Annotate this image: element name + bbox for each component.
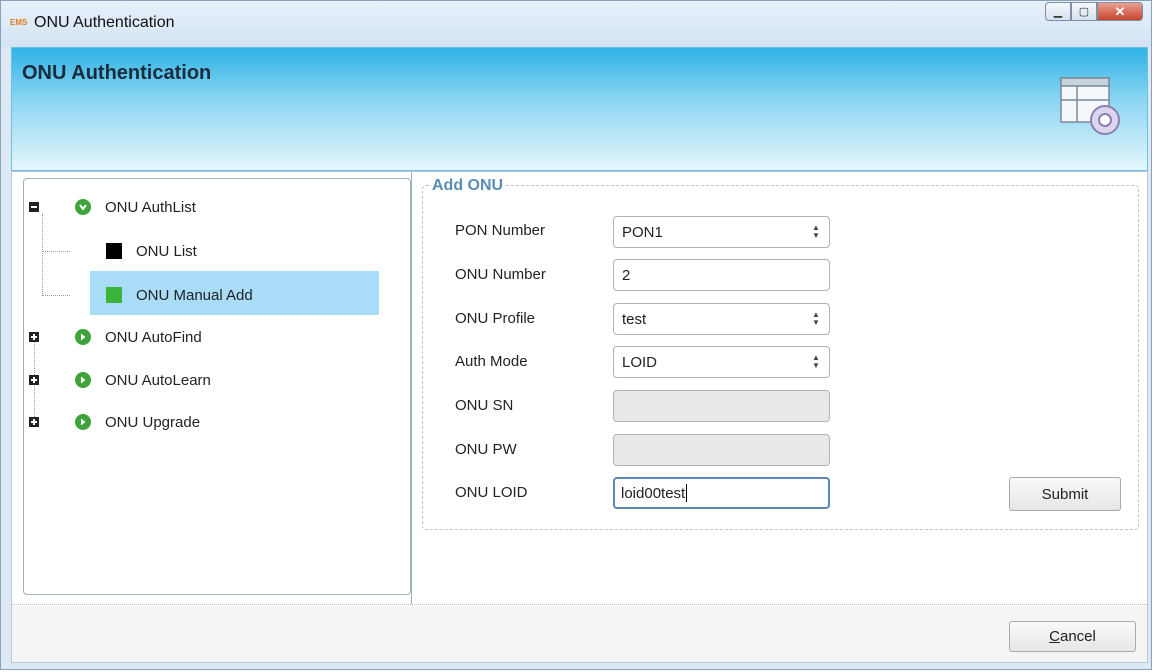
black-square-icon: [106, 243, 122, 259]
tree-item-label: ONU Upgrade: [105, 413, 201, 431]
pon-number-value: PON1: [622, 223, 663, 241]
expand-icon[interactable]: [29, 332, 39, 342]
text-cursor: [686, 484, 688, 502]
onu-sn-label: ONU SN: [455, 397, 514, 414]
onu-sn-input[interactable]: [613, 390, 830, 422]
green-circle-right-icon: [75, 329, 91, 345]
app-icon: EMS: [10, 18, 28, 27]
tree-item-label: ONU Manual Add: [136, 286, 253, 304]
onu-loid-value: loid00test: [621, 484, 686, 502]
submit-button[interactable]: Submit: [1009, 477, 1121, 511]
auth-mode-value: LOID: [622, 353, 658, 371]
tree-item-label: ONU List: [136, 242, 197, 260]
spinner-arrows-icon[interactable]: ▲ ▼: [811, 311, 821, 327]
page-title: ONU Authentication: [22, 62, 212, 84]
onu-pw-label: ONU PW: [455, 441, 517, 458]
spinner-arrows-icon[interactable]: ▲ ▼: [811, 224, 821, 240]
navigation-tree: ONU AuthList ONU List ONU Manual Add ONU…: [23, 178, 411, 595]
tree-connector: [42, 251, 70, 252]
tree-item-label: ONU AutoFind: [105, 328, 202, 346]
footer-divider: [12, 604, 1147, 605]
maximize-button[interactable]: ▢: [1071, 2, 1097, 21]
onu-loid-label: ONU LOID: [455, 484, 528, 501]
cancel-button-label: Cancel: [1049, 628, 1096, 645]
auth-mode-label: Auth Mode: [455, 353, 528, 370]
pon-number-select[interactable]: PON1 ▲ ▼: [613, 216, 830, 248]
onu-number-input[interactable]: 2: [613, 259, 830, 291]
tree-item-label: ONU AuthList: [105, 198, 196, 216]
onu-pw-input[interactable]: [613, 434, 830, 466]
green-square-icon: [106, 287, 122, 303]
onu-profile-select[interactable]: test ▲ ▼: [613, 303, 830, 335]
pon-number-label: PON Number: [455, 222, 546, 239]
maximize-icon: ▢: [1078, 6, 1090, 18]
tree-item-onu-list[interactable]: ONU List: [106, 231, 197, 271]
onu-authentication-window: EMS ONU Authentication ▁ ▢ ✕ ONU Authent…: [0, 0, 1152, 670]
footer-bar: Cancel: [12, 606, 1147, 662]
onu-profile-label: ONU Profile: [455, 310, 536, 327]
onu-number-value: 2: [622, 266, 631, 284]
panel-splitter[interactable]: [411, 172, 412, 604]
tree-item-onu-autofind[interactable]: ONU AutoFind: [29, 317, 202, 357]
add-onu-legend: Add ONU: [430, 177, 506, 195]
tree-item-onu-manual-add[interactable]: ONU Manual Add: [106, 275, 253, 315]
green-circle-right-icon: [75, 414, 91, 430]
expand-icon[interactable]: [29, 375, 39, 385]
onu-loid-input[interactable]: loid00test: [613, 477, 830, 509]
header-banner: ONU Authentication: [11, 47, 1148, 171]
onu-number-label: ONU Number: [455, 266, 546, 283]
window-settings-icon: [1060, 77, 1120, 135]
tree-item-onu-autolearn[interactable]: ONU AutoLearn: [29, 360, 211, 400]
tree-item-onu-upgrade[interactable]: ONU Upgrade: [29, 402, 201, 442]
minimize-button[interactable]: ▁: [1045, 2, 1071, 21]
auth-mode-select[interactable]: LOID ▲ ▼: [613, 346, 830, 378]
onu-profile-value: test: [622, 310, 647, 328]
submit-button-label: Submit: [1041, 485, 1089, 503]
cancel-button[interactable]: Cancel: [1009, 621, 1136, 652]
expand-icon[interactable]: [29, 417, 39, 427]
window-title: ONU Authentication: [34, 14, 175, 31]
tree-item-onu-authlist[interactable]: ONU AuthList: [29, 187, 196, 227]
tree-connector: [42, 214, 43, 296]
green-circle-down-icon: [75, 199, 91, 215]
close-button[interactable]: ✕: [1097, 2, 1143, 21]
spinner-arrows-icon[interactable]: ▲ ▼: [811, 354, 821, 370]
tree-connector: [42, 295, 70, 296]
collapse-icon[interactable]: [29, 202, 39, 212]
tree-item-label: ONU AutoLearn: [105, 371, 211, 389]
content-area: ONU AuthList ONU List ONU Manual Add ONU…: [11, 171, 1148, 663]
window-controls: ▁ ▢ ✕: [1045, 2, 1143, 21]
minimize-icon: ▁: [1053, 6, 1063, 18]
close-icon: ✕: [1114, 3, 1126, 19]
title-bar[interactable]: EMS ONU Authentication ▁ ▢ ✕: [1, 1, 1151, 47]
green-circle-right-icon: [75, 372, 91, 388]
